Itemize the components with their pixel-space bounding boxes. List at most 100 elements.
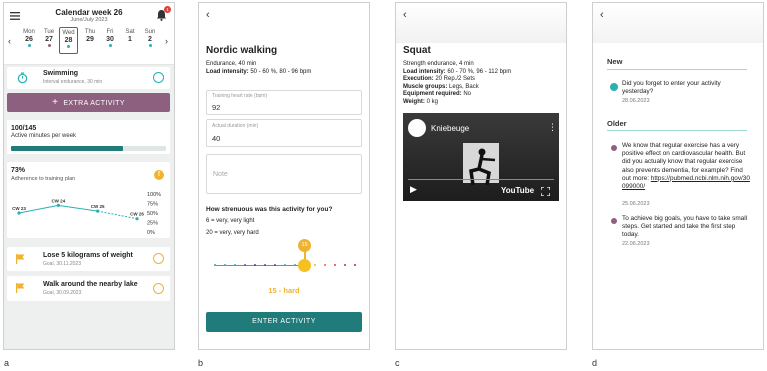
duration-field[interactable]: Actual duration (min) 40	[206, 119, 362, 147]
message-date: 22.06.2023	[622, 241, 650, 247]
day-number: 27	[45, 36, 53, 43]
read-dot-icon	[611, 145, 617, 151]
intensity-value: 50 - 60 %, 80 - 96 bpm	[250, 69, 312, 75]
duration-value: 40	[212, 134, 221, 143]
goal-check-circle[interactable]	[153, 253, 164, 264]
message-date: 25.06.2023	[622, 201, 650, 207]
video-progress-bar[interactable]	[408, 179, 554, 180]
slider-thumb[interactable]	[298, 259, 312, 272]
data-point	[96, 209, 100, 213]
adherence-value: 73%	[11, 167, 26, 174]
detail-value: No	[463, 91, 472, 98]
day-number: 30	[106, 36, 114, 43]
play-icon[interactable]: ▶	[410, 184, 417, 195]
goal-title: Walk around the nearby lake	[43, 281, 138, 288]
calendar-header: Calendar week 26 June/July 2023 1 ‹ › Mo…	[4, 3, 174, 65]
status-dot-icon	[108, 44, 112, 47]
next-week-chevron-icon[interactable]: ›	[165, 36, 168, 46]
panel-label-d: d	[592, 358, 598, 368]
activity-subtitle: Interval endurance, 30 min	[43, 79, 103, 85]
new-section-title: New	[607, 57, 623, 66]
day-mon[interactable]: Mon 26	[21, 29, 37, 47]
panel-label-c: c	[395, 358, 400, 368]
day-number: 1	[128, 36, 132, 43]
detail-value: 60 - 70 %, 96 - 112 bpm	[447, 69, 512, 75]
enter-activity-button[interactable]: ENTER ACTIVITY	[206, 312, 362, 332]
day-fri[interactable]: Fri 30	[102, 29, 118, 47]
slider-tick	[283, 264, 287, 267]
y-tick-label: 25%	[147, 221, 158, 227]
detail-label: Execution:	[403, 76, 434, 83]
older-section-title: Older	[607, 119, 627, 128]
detail-value: 0 kg	[426, 98, 438, 105]
video-player[interactable]: Kniebeuge ⋮ ▶ YouTube	[403, 113, 559, 201]
video-title: Kniebeuge	[431, 124, 470, 133]
y-tick-label: 0%	[147, 230, 155, 236]
activity-card[interactable]: Swimming Interval endurance, 30 min	[7, 67, 170, 89]
day-thu[interactable]: Thu 29	[82, 29, 98, 43]
slider-tick	[353, 264, 357, 267]
data-point	[56, 203, 60, 207]
minutes-label: Active minutes per week	[11, 133, 77, 139]
category-label: CW 25	[91, 204, 105, 209]
activity-check-circle[interactable]	[153, 72, 164, 83]
goal-check-circle[interactable]	[153, 283, 164, 294]
panel-c-exercise-detail-screen: ‹ Squat Strength endurance, 4 min Load i…	[395, 2, 567, 350]
day-wed-selected[interactable]: Wed 28	[59, 27, 78, 54]
status-dot-icon	[67, 45, 70, 48]
goal-card-weight[interactable]: Lose 5 kilograms of weight Goal, 30.11.2…	[7, 247, 170, 271]
squat-figure-icon	[469, 148, 496, 186]
note-placeholder: Note	[213, 171, 228, 178]
back-arrow-icon[interactable]: ‹	[403, 9, 419, 25]
activity-title: Nordic walking	[206, 45, 278, 56]
section-divider	[607, 130, 747, 131]
goal-card-lake[interactable]: Walk around the nearby lake Goal, 30.09.…	[7, 276, 170, 301]
slider-tick	[243, 264, 247, 267]
detail-row: Weight: 0 kg	[403, 99, 511, 106]
day-name: Wed	[62, 30, 75, 36]
plus-icon: +	[52, 97, 59, 108]
slider-tick	[263, 264, 267, 267]
y-tick-label: 50%	[147, 211, 158, 217]
detail-value: Legs, Back	[449, 83, 479, 90]
heart-rate-value: 92	[212, 103, 221, 112]
scale-low-label: 6 = very, very light	[206, 218, 255, 224]
message-text[interactable]: Did you forget to enter your activity ye…	[622, 80, 752, 96]
header-bar	[593, 3, 763, 43]
extra-activity-button[interactable]: + EXTRA ACTIVITY	[7, 93, 170, 112]
slider-tick	[293, 264, 297, 267]
read-dot-icon	[611, 218, 617, 224]
y-tick-label: 100%	[147, 192, 161, 198]
note-field[interactable]: Note	[206, 154, 362, 194]
fullscreen-icon[interactable]	[541, 187, 550, 196]
adherence-chart: 100% 75% 50% 25% 0% CW 23 CW 24 CW 25 CW 26	[12, 192, 161, 236]
day-tue[interactable]: Tue 27	[41, 29, 57, 47]
notification-badge: 1	[164, 6, 171, 13]
exercise-title: Squat	[403, 45, 431, 56]
goal-title: Lose 5 kilograms of weight	[43, 252, 133, 259]
detail-label: Muscle groups:	[403, 83, 448, 90]
data-point	[135, 217, 139, 221]
minutes-value: 100/145	[11, 125, 37, 132]
slider-tick	[213, 264, 217, 267]
stopwatch-icon	[17, 72, 28, 84]
back-arrow-icon[interactable]: ‹	[600, 9, 616, 25]
heart-rate-field[interactable]: Training heart rate (bpm) 92	[206, 90, 362, 115]
message-text[interactable]: We know that regular exercise has a very…	[622, 142, 752, 191]
prev-week-chevron-icon[interactable]: ‹	[8, 36, 11, 46]
panel-d-messages-screen: ‹ New Did you forget to enter your activ…	[592, 2, 764, 350]
warning-icon[interactable]: !	[154, 170, 164, 180]
activity-type: Endurance, 40 min	[206, 61, 257, 67]
back-arrow-icon[interactable]: ‹	[206, 9, 222, 25]
activity-title: Swimming	[43, 70, 79, 77]
panel-label-b: b	[198, 358, 204, 368]
message-text[interactable]: To achieve big goals, you have to take s…	[622, 215, 752, 240]
slider-tick	[223, 264, 227, 267]
flag-icon	[16, 254, 25, 264]
day-name: Fri	[106, 29, 114, 35]
detail-label: Load intensity:	[403, 69, 446, 75]
day-sat[interactable]: Sat 1	[122, 29, 138, 43]
minutes-progress-track	[11, 146, 166, 151]
more-vert-icon[interactable]: ⋮	[548, 122, 557, 133]
day-sun[interactable]: Sun 2	[142, 29, 158, 47]
